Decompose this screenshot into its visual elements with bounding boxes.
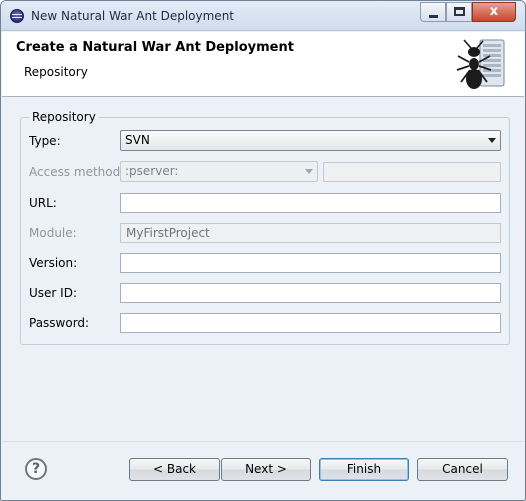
ant-server-icon bbox=[456, 39, 505, 89]
type-label: Type: bbox=[29, 134, 61, 148]
finish-button[interactable]: Finish bbox=[319, 458, 409, 481]
close-icon: x bbox=[489, 4, 499, 19]
minimize-icon bbox=[429, 15, 438, 18]
url-label: URL: bbox=[29, 196, 57, 210]
access-method-value: :pserver: bbox=[125, 164, 179, 178]
version-field[interactable] bbox=[120, 253, 501, 273]
maximize-icon bbox=[454, 7, 465, 16]
type-select[interactable]: SVN bbox=[120, 130, 501, 151]
title-bar[interactable]: New Natural War Ant Deployment x bbox=[1, 1, 525, 31]
cancel-button[interactable]: Cancel bbox=[417, 458, 508, 481]
window-title: New Natural War Ant Deployment bbox=[31, 9, 234, 23]
help-icon[interactable]: ? bbox=[25, 458, 47, 480]
minimize-button[interactable] bbox=[420, 2, 446, 22]
access-method-extra-field[interactable] bbox=[323, 162, 501, 182]
back-button[interactable]: < Back bbox=[129, 458, 220, 481]
chevron-down-icon bbox=[305, 169, 313, 174]
access-method-label: Access method: bbox=[29, 165, 125, 179]
password-label: Password: bbox=[29, 316, 90, 330]
password-field[interactable] bbox=[120, 313, 501, 333]
module-field[interactable]: MyFirstProject bbox=[120, 223, 501, 243]
type-select-value: SVN bbox=[125, 133, 150, 147]
close-button[interactable]: x bbox=[472, 2, 516, 22]
repository-group: Repository Type: SVN Access method: :pse… bbox=[20, 110, 510, 345]
page-title: Create a Natural War Ant Deployment bbox=[16, 40, 294, 55]
chevron-down-icon bbox=[488, 138, 496, 143]
user-id-field[interactable] bbox=[120, 283, 501, 303]
version-label: Version: bbox=[29, 256, 78, 270]
button-bar: ? < Back Next > Finish Cancel bbox=[2, 441, 524, 499]
dialog-window: New Natural War Ant Deployment x Create … bbox=[0, 0, 526, 501]
module-label: Module: bbox=[29, 226, 77, 240]
url-field[interactable] bbox=[120, 193, 501, 213]
group-label: Repository bbox=[29, 110, 99, 124]
maximize-button[interactable] bbox=[446, 2, 472, 22]
eclipse-app-icon bbox=[10, 9, 24, 23]
wizard-body: Repository Type: SVN Access method: :pse… bbox=[2, 98, 524, 440]
access-method-select[interactable]: :pserver: bbox=[120, 161, 318, 182]
wizard-header: Create a Natural War Ant Deployment Repo… bbox=[2, 32, 524, 97]
page-subtitle: Repository bbox=[24, 65, 88, 79]
user-id-label: User ID: bbox=[29, 286, 77, 300]
next-button[interactable]: Next > bbox=[221, 458, 311, 481]
